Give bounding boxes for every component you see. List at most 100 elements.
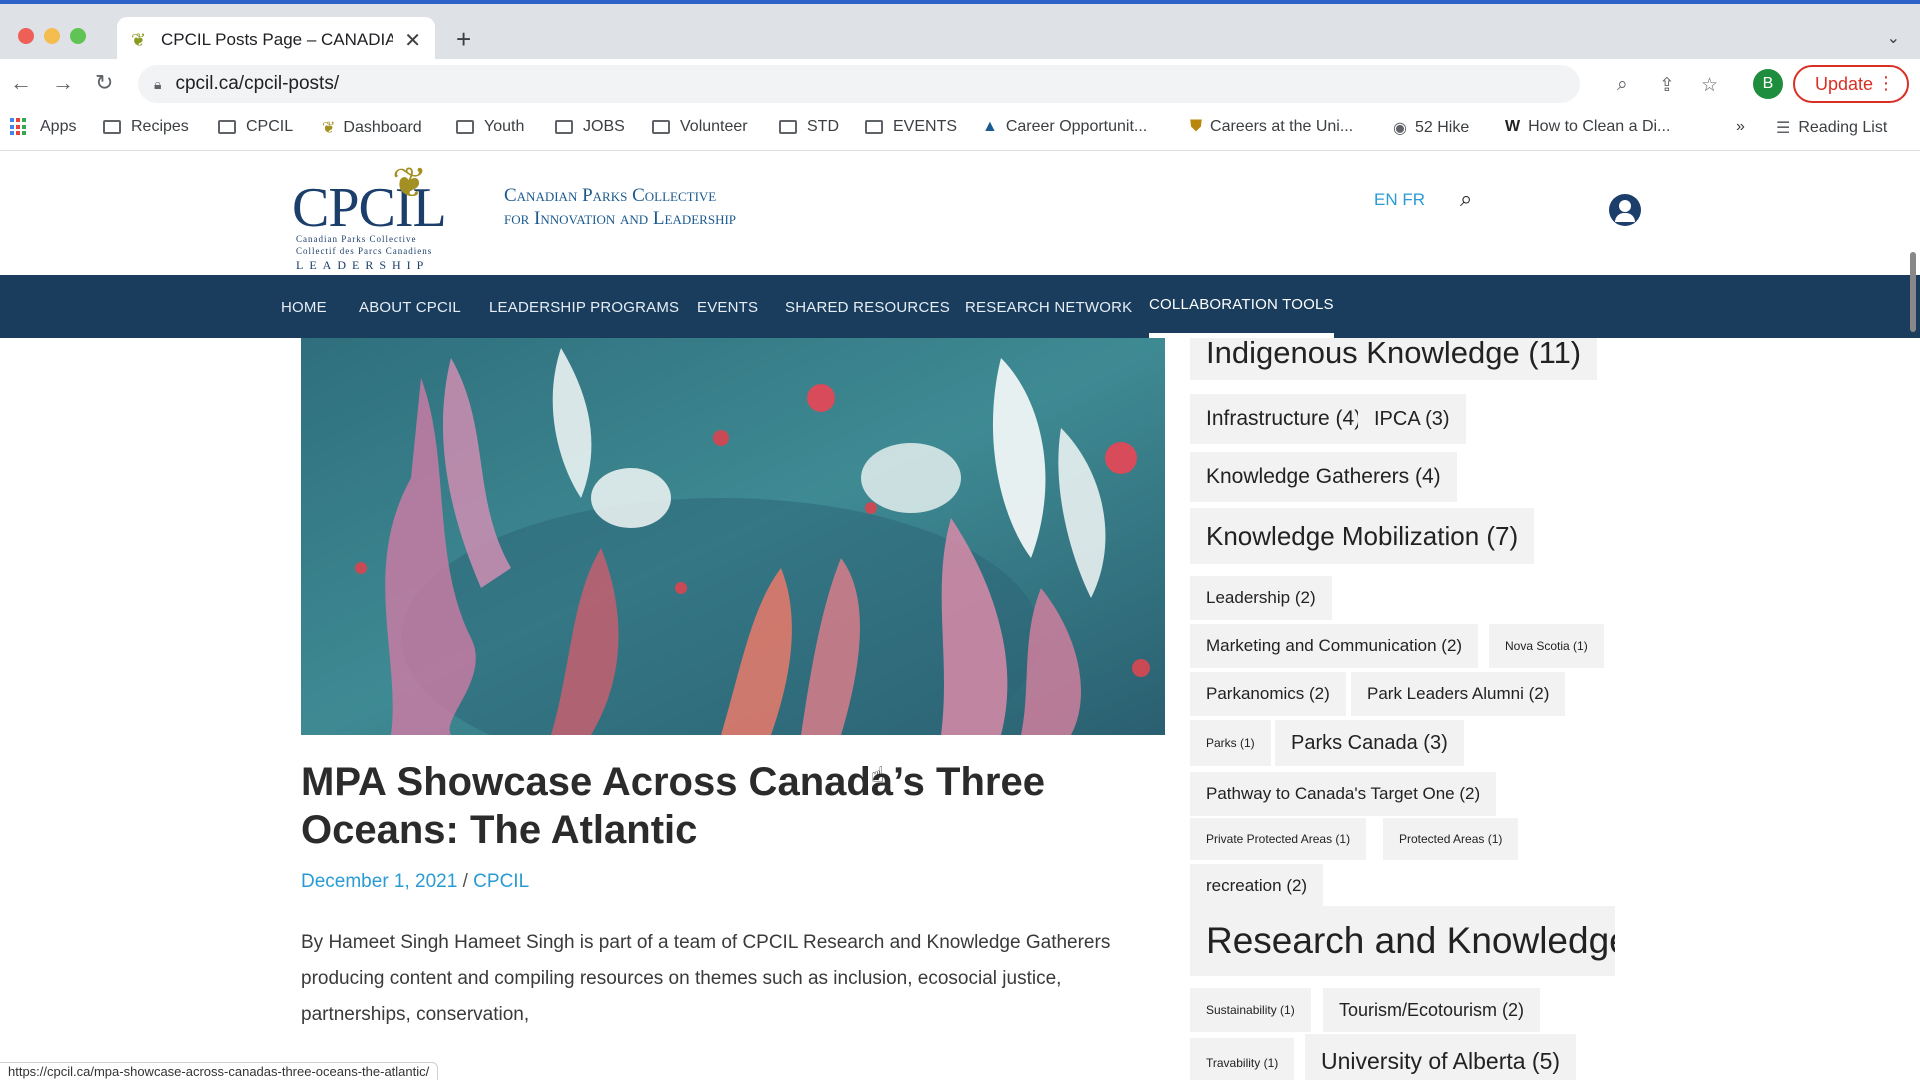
page-scrollbar[interactable]	[1910, 252, 1916, 332]
user-account-icon[interactable]	[1609, 194, 1641, 226]
nav-leadership-programs[interactable]: LEADERSHIP PROGRAMS	[489, 299, 679, 316]
tag-marketing-communication[interactable]: Marketing and Communication (2)	[1190, 624, 1479, 668]
tag-ipca[interactable]: IPCA (3)	[1358, 394, 1466, 444]
reading-list-icon: ☰	[1776, 120, 1791, 137]
tag-university-of-alberta[interactable]: University of Alberta (5)	[1305, 1034, 1577, 1080]
update-button[interactable]: Update ⋮	[1793, 65, 1909, 103]
post-excerpt: By Hameet Singh Hameet Singh is part of …	[301, 932, 1111, 1025]
feather-icon: ❦	[392, 159, 428, 206]
update-label: Update	[1815, 73, 1874, 94]
close-tab-icon[interactable]: ✕	[404, 28, 421, 53]
post-author-link[interactable]: CPCIL	[473, 871, 529, 892]
profile-avatar[interactable]: B	[1753, 69, 1783, 99]
logo-line-2: Collectif des Parcs Canadiens	[296, 246, 433, 256]
bookmark-label: CPCIL	[246, 118, 294, 135]
bookmark-std[interactable]: STD	[779, 118, 839, 136]
tag-indigenous-knowledge[interactable]: Indigenous Knowledge (11)	[1190, 338, 1598, 380]
post-date-link[interactable]: December 1, 2021	[301, 871, 457, 892]
bookmark-label: JOBS	[583, 118, 625, 135]
back-arrow-icon[interactable]: ←	[10, 71, 32, 95]
forward-arrow-icon[interactable]: →	[52, 71, 74, 95]
nav-about-cpcil[interactable]: ABOUT CPCIL	[359, 299, 461, 316]
bookmarks-bar: Apps Recipes CPCIL ❦ Dashboard Youth JOB…	[0, 109, 1920, 151]
bookmark-youth[interactable]: Youth	[456, 118, 524, 136]
tag-park-leaders-alumni[interactable]: Park Leaders Alumni (2)	[1351, 672, 1566, 716]
zoom-icon[interactable]: ⌕	[1617, 74, 1628, 96]
tab-title: CPCIL Posts Page – CANADIAN	[161, 30, 393, 49]
feather-icon: ❦	[131, 30, 147, 50]
language-switcher[interactable]: EN FR	[1374, 190, 1425, 210]
bookmarks-overflow-icon[interactable]: »	[1736, 118, 1745, 136]
site-name[interactable]: Canadian Parks Collective for Innovation…	[504, 184, 736, 230]
tag-private-protected-areas[interactable]: Private Protected Areas (1)	[1190, 818, 1367, 860]
chevron-down-icon[interactable]: ⌄	[1887, 28, 1900, 48]
nav-events[interactable]: EVENTS	[697, 299, 758, 316]
cpcil-logo[interactable]: CPCIL ❦ Canadian Parks Collective Collec…	[292, 158, 457, 272]
bookmark-events[interactable]: EVENTS	[865, 118, 957, 136]
logo-line-3: LEADERSHIP	[296, 258, 430, 272]
bookmark-label: Volunteer	[680, 118, 748, 135]
reading-list-button[interactable]: ☰ Reading List	[1776, 118, 1887, 138]
share-icon[interactable]: ⇪	[1659, 74, 1675, 97]
tag-travability[interactable]: Travability (1)	[1190, 1038, 1295, 1080]
browser-tab[interactable]: ❦ CPCIL Posts Page – CANADIAN ✕	[117, 17, 435, 63]
tag-parkanomics[interactable]: Parkanomics (2)	[1190, 672, 1346, 716]
bookmark-label: Youth	[484, 118, 525, 135]
tag-research-knowledge[interactable]: Research and Knowledge	[1190, 906, 1615, 976]
w-logo-icon: W	[1505, 118, 1521, 135]
tab-strip: ❦ CPCIL Posts Page – CANADIAN ✕ + ⌄	[0, 0, 1920, 63]
reload-icon[interactable]: ↻	[95, 71, 113, 95]
nav-research-network[interactable]: RESEARCH NETWORK	[965, 299, 1132, 316]
bookmark-volunteer[interactable]: Volunteer	[652, 118, 748, 136]
bookmark-dashboard[interactable]: ❦ Dashboard	[322, 118, 422, 138]
bookmark-how-to-clean[interactable]: W How to Clean a Di...	[1505, 118, 1670, 136]
tag-recreation[interactable]: recreation (2)	[1190, 864, 1324, 908]
url-text: cpcil.ca/cpcil-posts/	[175, 73, 340, 94]
tag-sustainability[interactable]: Sustainability (1)	[1190, 988, 1311, 1032]
site-name-line-2: for Innovation and Leadership	[504, 208, 737, 229]
minimize-window-button[interactable]	[44, 28, 60, 44]
tag-protected-areas[interactable]: Protected Areas (1)	[1383, 818, 1519, 860]
bookmark-careers-uni[interactable]: ⛊ Careers at the Uni...	[1190, 118, 1353, 136]
post-title[interactable]: MPA Showcase Across Canada’s Three Ocean…	[301, 758, 1165, 854]
tag-pathway-target-one[interactable]: Pathway to Canada's Target One (2)	[1190, 772, 1497, 816]
nav-home[interactable]: HOME	[281, 299, 327, 316]
tag-knowledge-mobilization[interactable]: Knowledge Mobilization (7)	[1190, 508, 1535, 564]
bookmark-52-hike[interactable]: ◉ 52 Hike	[1393, 118, 1469, 138]
bookmark-career-opportunities[interactable]: ▲ Career Opportunit...	[982, 118, 1147, 136]
tag-parks-canada[interactable]: Parks Canada (3)	[1275, 720, 1464, 766]
tag-tourism-ecotourism[interactable]: Tourism/Ecotourism (2)	[1323, 988, 1541, 1032]
bookmark-label: Careers at the Uni...	[1210, 118, 1354, 135]
folder-icon	[218, 120, 236, 134]
maximize-window-button[interactable]	[70, 28, 86, 44]
reading-list-label: Reading List	[1798, 119, 1888, 136]
folder-icon	[555, 120, 573, 134]
close-window-button[interactable]	[18, 28, 34, 44]
tag-leadership[interactable]: Leadership (2)	[1190, 576, 1332, 620]
tag-nova-scotia[interactable]: Nova Scotia (1)	[1489, 624, 1604, 668]
bookmark-label: Dashboard	[343, 119, 422, 136]
tag-knowledge-gatherers[interactable]: Knowledge Gatherers (4)	[1190, 452, 1457, 502]
new-tab-icon[interactable]: +	[456, 26, 471, 52]
bookmark-cpcil[interactable]: CPCIL	[218, 118, 293, 136]
apps-grid-icon	[10, 118, 28, 136]
bookmark-recipes[interactable]: Recipes	[103, 118, 189, 136]
bookmark-jobs[interactable]: JOBS	[555, 118, 625, 136]
bookmark-label: 52 Hike	[1414, 119, 1470, 136]
nav-collaboration-tools[interactable]: COLLABORATION TOOLS	[1149, 296, 1334, 338]
address-bar[interactable]: 🔒︎ cpcil.ca/cpcil-posts/ ⌕ ⇪ ☆	[138, 65, 1718, 103]
star-icon[interactable]: ☆	[1701, 74, 1718, 97]
folder-icon	[865, 120, 883, 134]
tag-parks[interactable]: Parks (1)	[1190, 720, 1271, 766]
site-header: CPCIL ❦ Canadian Parks Collective Collec…	[0, 152, 1920, 275]
main-nav: HOME ABOUT CPCIL LEADERSHIP PROGRAMS EVE…	[0, 275, 1920, 338]
post-featured-image[interactable]	[301, 338, 1165, 735]
search-icon[interactable]: ⌕	[1460, 186, 1472, 212]
bookmark-label: Recipes	[131, 118, 189, 135]
folder-icon	[103, 120, 121, 134]
bookmark-apps[interactable]: Apps	[10, 118, 76, 136]
tag-infrastructure[interactable]: Infrastructure (4)	[1190, 394, 1378, 444]
browser-toolbar: ← → ↻ 🔒︎ cpcil.ca/cpcil-posts/ ⌕ ⇪ ☆ B U…	[0, 59, 1920, 109]
mountain-icon: ▲	[982, 118, 998, 135]
nav-shared-resources[interactable]: SHARED RESOURCES	[785, 299, 950, 316]
